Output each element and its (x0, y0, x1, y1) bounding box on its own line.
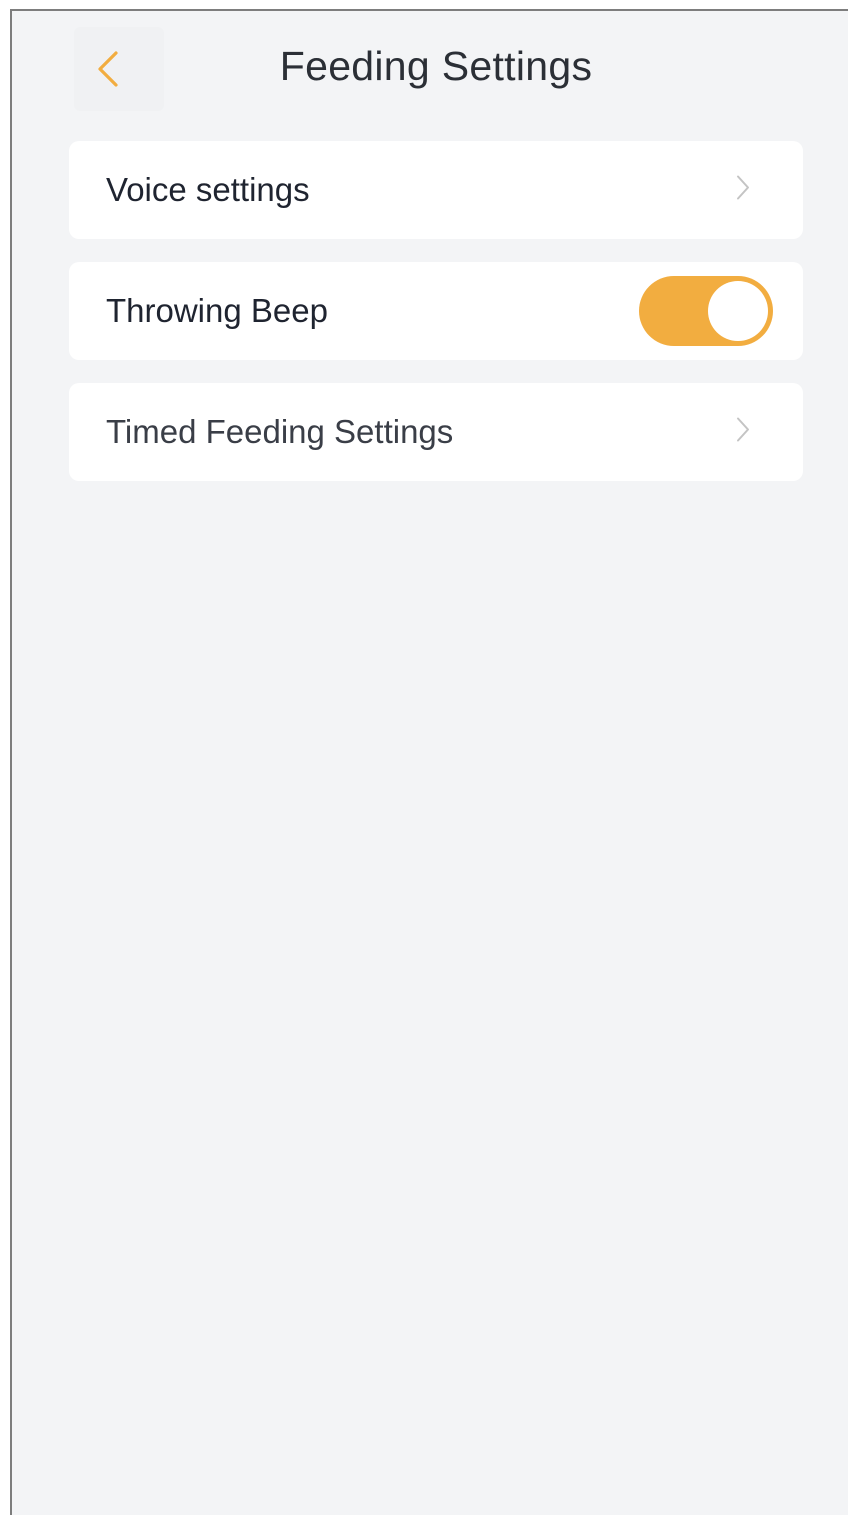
app-frame: Feeding Settings Voice settings Throwing… (0, 0, 848, 1515)
throwing-beep-toggle[interactable] (639, 276, 773, 346)
chevron-right-icon (735, 416, 751, 449)
toggle-knob (708, 281, 768, 341)
timed-feeding-settings-label: Timed Feeding Settings (106, 413, 454, 450)
feeding-settings-screen: Feeding Settings Voice settings Throwing… (10, 9, 848, 1515)
navigation-bar: Feeding Settings (12, 11, 848, 131)
throwing-beep-row: Throwing Beep (69, 262, 803, 360)
voice-settings-label: Voice settings (106, 171, 310, 208)
chevron-right-icon (735, 174, 751, 207)
voice-settings-row[interactable]: Voice settings (69, 141, 803, 239)
timed-feeding-settings-row[interactable]: Timed Feeding Settings (69, 383, 803, 481)
throwing-beep-label: Throwing Beep (106, 292, 328, 329)
page-title: Feeding Settings (279, 43, 593, 89)
